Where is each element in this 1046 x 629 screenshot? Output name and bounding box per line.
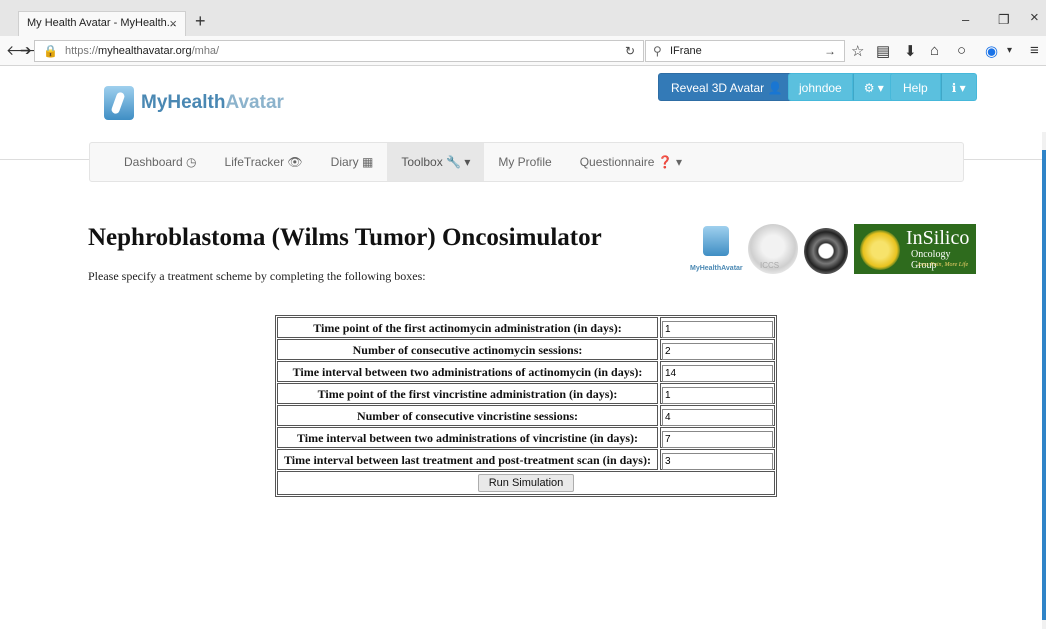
insilico-tagline: Less Pain, More Life <box>918 262 969 268</box>
url-prefix: https:// <box>65 45 99 57</box>
actinomycin-interval-label: Time interval between two administration… <box>277 361 658 382</box>
minimize-icon[interactable]: – <box>962 12 969 27</box>
actinomycin-first-time-input[interactable] <box>662 321 773 338</box>
new-tab-button[interactable]: + <box>195 11 206 32</box>
logo-text-sub: Avatar <box>225 92 284 113</box>
close-tab-icon[interactable]: × <box>169 16 177 31</box>
url-path: /mha/ <box>191 45 220 57</box>
form-row: Number of consecutive actinomycin sessio… <box>277 339 775 360</box>
vincristine-first-time-input[interactable] <box>662 387 773 404</box>
actinomycin-first-time-label: Time point of the first actinomycin admi… <box>277 317 658 338</box>
nav-my-profile[interactable]: My Profile <box>484 143 565 181</box>
bookmark-star-icon[interactable]: ☆ <box>851 42 864 60</box>
page-instructions: Please specify a treatment scheme by com… <box>88 269 426 283</box>
page-title: Nephroblastoma (Wilms Tumor) Oncosimulat… <box>88 224 602 251</box>
reload-icon[interactable]: ↻ <box>625 44 635 58</box>
forward-icon[interactable]: ➔ <box>20 42 32 59</box>
restore-icon[interactable]: ❐ <box>998 12 1010 28</box>
download-icon[interactable]: ⬇ <box>904 42 917 60</box>
user-group: johndoe ⚙ ▾ <box>788 73 895 101</box>
page-scrollbar[interactable] <box>1042 132 1046 629</box>
form-row: Time interval between last treatment and… <box>277 449 775 470</box>
run-row: Run Simulation <box>277 471 775 495</box>
reveal-3d-avatar-button[interactable]: Reveal 3D Avatar 👤 <box>658 73 796 101</box>
form-row: Number of consecutive vincristine sessio… <box>277 405 775 426</box>
browser-tab-title: My Health Avatar - MyHealth... <box>27 17 176 29</box>
user-button[interactable]: johndoe <box>788 73 853 101</box>
insilico-partner-logo[interactable]: InSilico Oncology Group Less Pain, More … <box>854 224 976 274</box>
form-row: Time interval between two administration… <box>277 427 775 448</box>
address-bar[interactable]: 🔒 https://myhealthavatar.org/mha/ ↻ <box>34 40 644 62</box>
vincristine-interval-label: Time interval between two administration… <box>277 427 658 448</box>
nav-questionnaire[interactable]: Questionnaire ❓ ▾ <box>566 143 696 181</box>
iccs-partner-logo[interactable]: ICCS <box>748 224 798 274</box>
site-content: MyHealthAvatar Reveal 3D Avatar 👤 johndo… <box>0 66 1046 629</box>
settings-dropdown-button[interactable]: ⚙ ▾ <box>852 73 895 101</box>
window-close-icon[interactable]: × <box>1030 9 1039 26</box>
ntua-partner-logo[interactable] <box>804 228 848 274</box>
site-logo[interactable]: MyHealthAvatar <box>104 85 284 121</box>
iccs-logo-label: ICCS <box>760 261 780 270</box>
extension-icon[interactable]: ◉ <box>985 42 998 60</box>
extension-menu-icon[interactable]: ▾ <box>1007 45 1012 56</box>
url-host: myhealthavatar.org <box>98 45 192 57</box>
reading-list-icon[interactable]: ▤ <box>876 42 890 60</box>
actinomycin-interval-input[interactable] <box>662 365 773 382</box>
myhealthavatar-partner-logo[interactable]: MyHealthAvatar <box>690 222 744 274</box>
actinomycin-sessions-input[interactable] <box>662 343 773 360</box>
nav-diary[interactable]: Diary ▦ <box>317 143 388 181</box>
insecure-lock-icon: 🔒 <box>43 44 58 58</box>
browser-tab[interactable]: My Health Avatar - MyHealth... × <box>18 11 186 36</box>
nav-lifetracker[interactable]: LifeTracker 👁 <box>211 143 317 181</box>
treatment-scheme-form: Time point of the first actinomycin admi… <box>275 315 777 497</box>
help-group: Help ℹ ▾ <box>890 73 977 101</box>
partner-logos: MyHealthAvatar ICCS InSilico Oncology Gr… <box>690 222 976 274</box>
vincristine-sessions-input[interactable] <box>662 409 773 426</box>
post-treatment-scan-label: Time interval between last treatment and… <box>277 449 658 470</box>
browser-tab-bar: My Health Avatar - MyHealth... × + – ❐ × <box>0 0 1046 36</box>
info-dropdown-button[interactable]: ℹ ▾ <box>940 73 977 101</box>
nav-toolbox[interactable]: Toolbox 🔧 ▾ <box>387 143 485 181</box>
nav-dashboard[interactable]: Dashboard ◷ <box>90 143 211 181</box>
run-simulation-button[interactable]: Run Simulation <box>477 474 575 492</box>
logo-mark-icon <box>104 86 134 120</box>
mha-logo-label: MyHealthAvatar <box>690 265 743 272</box>
post-treatment-scan-input[interactable] <box>662 453 773 470</box>
vincristine-first-time-label: Time point of the first vincristine admi… <box>277 383 658 404</box>
chat-icon[interactable]: ○ <box>957 42 966 59</box>
home-icon[interactable]: ⌂ <box>930 42 939 59</box>
form-row: Time point of the first actinomycin admi… <box>277 317 775 338</box>
search-go-icon[interactable]: → <box>824 44 836 58</box>
search-input[interactable]: ⚲ IFrane → <box>645 40 845 62</box>
help-button[interactable]: Help <box>890 73 941 101</box>
form-row: Time point of the first vincristine admi… <box>277 383 775 404</box>
search-icon: ⚲ <box>653 44 662 58</box>
browser-toolbar: 🡐 ➔ 🔒 https://myhealthavatar.org/mha/ ↻ … <box>0 36 1046 66</box>
hamburger-menu-icon[interactable]: ≡ <box>1030 42 1039 59</box>
form-row: Time interval between two administration… <box>277 361 775 382</box>
reveal-group: Reveal 3D Avatar 👤 <box>658 73 796 101</box>
main-nav: Dashboard ◷ LifeTracker 👁 Diary ▦ Toolbo… <box>89 142 964 182</box>
vincristine-sessions-label: Number of consecutive vincristine sessio… <box>277 405 658 426</box>
logo-text-main: MyHealth <box>141 92 226 113</box>
insilico-title: InSilico <box>906 227 970 249</box>
actinomycin-sessions-label: Number of consecutive actinomycin sessio… <box>277 339 658 360</box>
vincristine-interval-input[interactable] <box>662 431 773 448</box>
search-value: IFrane <box>670 45 702 57</box>
